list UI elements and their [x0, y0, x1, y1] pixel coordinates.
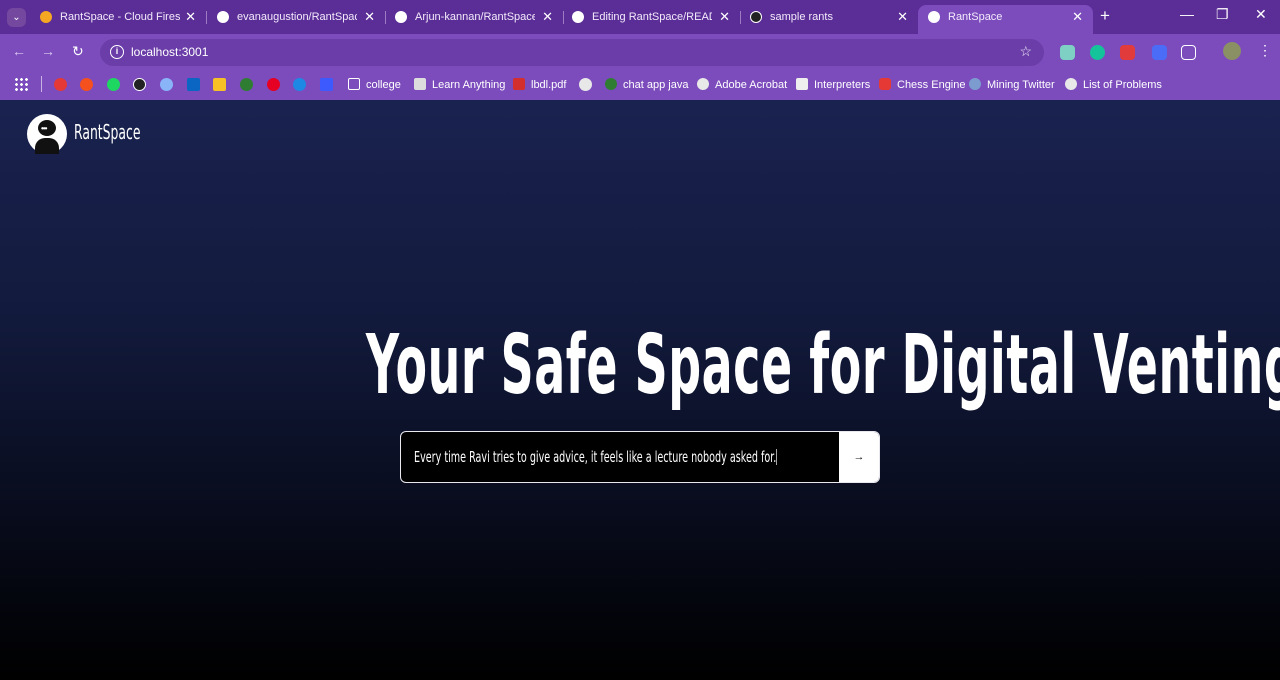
tab-arjun-kannan[interactable]: Arjun-kannan/RantSpace ✕	[385, 5, 564, 34]
bookmark-label: Chess Engine	[897, 79, 966, 91]
reload-icon[interactable]: ↻	[72, 43, 84, 60]
globe-icon[interactable]	[579, 78, 592, 91]
tab-label: RantSpace	[948, 11, 1003, 23]
play-icon[interactable]	[293, 78, 306, 91]
logo-icon[interactable]: •••	[27, 114, 67, 154]
profile-avatar[interactable]	[1223, 42, 1241, 60]
bookmark-green-icon[interactable]	[240, 78, 253, 91]
close-icon[interactable]: ✕	[897, 5, 908, 29]
arrow-right-icon: →	[853, 451, 865, 463]
bookmarks-divider	[41, 76, 42, 92]
apps-grid-icon[interactable]	[14, 77, 28, 91]
hero-title: Your Safe Space for Digital Venting	[365, 318, 1280, 413]
linkedin-icon[interactable]	[187, 78, 200, 91]
bookmark-list-of-problems[interactable]: List of Problems	[1065, 78, 1162, 91]
doc-icon	[796, 78, 808, 90]
rantspace-favicon-icon	[928, 11, 940, 23]
close-icon[interactable]: ✕	[364, 5, 375, 29]
bookmark-mining-twitter[interactable]: Mining Twitter	[969, 78, 1055, 91]
tab-editing-readme[interactable]: Editing RantSpace/README ✕	[562, 5, 741, 34]
tab-label: Editing RantSpace/README	[592, 11, 712, 23]
bookmark-icon[interactable]	[80, 78, 93, 91]
github-icon	[395, 11, 407, 23]
spotify-icon[interactable]	[107, 78, 120, 91]
tab-rantspace-active[interactable]: RantSpace ✕	[918, 5, 1093, 34]
wordpress-icon	[969, 78, 981, 90]
close-icon[interactable]: ✕	[1072, 5, 1083, 29]
bookmark-chat-app-java[interactable]: chat app java	[605, 78, 688, 91]
youtube-icon	[879, 78, 891, 90]
bookmark-star-icon[interactable]: ☆	[1019, 43, 1032, 60]
link-icon	[605, 78, 617, 90]
extension-red-icon[interactable]	[1120, 45, 1135, 60]
logo-body	[35, 138, 59, 154]
tab-sample-rants[interactable]: sample rants ✕	[740, 5, 918, 34]
pinterest-icon[interactable]	[267, 78, 280, 91]
extension-blue-icon[interactable]	[1152, 45, 1167, 60]
minimize-icon[interactable]: —	[1180, 6, 1194, 22]
close-icon[interactable]: ✕	[185, 5, 196, 29]
brand-name[interactable]: RantSpace	[74, 120, 140, 144]
bookmark-label: List of Problems	[1083, 79, 1162, 91]
back-icon[interactable]: ←	[12, 43, 26, 59]
folder-icon	[348, 78, 360, 90]
bookmark-label: Mining Twitter	[987, 79, 1055, 91]
extensions-puzzle-icon[interactable]	[1181, 45, 1196, 60]
logo-speech-dots: •••	[41, 124, 47, 133]
close-icon[interactable]: ✕	[719, 5, 730, 29]
bookmark-label: college	[366, 79, 401, 91]
youtube-icon[interactable]	[54, 78, 67, 91]
url-text[interactable]: localhost:3001	[131, 45, 208, 59]
site-info-icon[interactable]: i	[110, 45, 124, 59]
globe-icon	[697, 78, 709, 90]
tab-label: sample rants	[770, 11, 833, 23]
submit-rant-button[interactable]: →	[839, 432, 879, 482]
rant-input[interactable]: Every time Ravi tries to give advice, it…	[414, 448, 778, 466]
restore-icon[interactable]: ❐	[1216, 6, 1229, 23]
globe-icon	[1065, 78, 1077, 90]
tab-firestore[interactable]: RantSpace - Cloud Firestore ✕	[30, 5, 207, 34]
bookmark-learn-anything[interactable]: Learn Anything	[414, 78, 505, 91]
bookmark-label: Interpreters	[814, 79, 871, 91]
rant-input-container: Every time Ravi tries to give advice, it…	[400, 431, 880, 483]
hero-section: Your Safe Space for Digital Venting	[0, 318, 1280, 413]
forward-icon[interactable]: →	[41, 43, 55, 59]
bookmark-k-icon[interactable]	[320, 78, 333, 91]
bookmark-adobe-acrobat[interactable]: Adobe Acrobat	[697, 78, 787, 91]
bookmark-label: Adobe Acrobat	[715, 79, 788, 91]
firebase-icon	[40, 11, 52, 23]
bookmark-label: Learn Anything	[432, 79, 506, 91]
chatgpt-icon	[750, 11, 762, 23]
chatgpt-icon[interactable]	[133, 78, 146, 91]
bookmark-label: chat app java	[623, 79, 689, 91]
pdf-icon	[513, 78, 525, 90]
grammarly-icon[interactable]	[1090, 45, 1105, 60]
close-window-icon[interactable]: ✕	[1255, 6, 1267, 23]
tab-label: Arjun-kannan/RantSpace	[415, 11, 535, 23]
tab-strip: ⌄ RantSpace - Cloud Firestore ✕ evanaugu…	[0, 0, 1280, 34]
tab-label: RantSpace - Cloud Firestore	[60, 11, 180, 23]
text-caret	[776, 449, 778, 465]
new-tab-button[interactable]: +	[1100, 6, 1110, 26]
browser-toolbar: ← → ↻ i localhost:3001 ☆ ⋮	[0, 34, 1280, 70]
github-icon	[217, 11, 229, 23]
close-icon[interactable]: ✕	[542, 5, 553, 29]
github-icon	[572, 11, 584, 23]
address-bar[interactable]: i localhost:3001 ☆	[100, 39, 1044, 66]
tab-search-button[interactable]: ⌄	[7, 8, 26, 27]
bookmark-chess-engine[interactable]: Chess Engine	[879, 78, 966, 91]
classroom-icon[interactable]	[213, 78, 226, 91]
bookmark-label: lbdl.pdf	[531, 79, 567, 91]
menu-kebab-icon[interactable]: ⋮	[1258, 42, 1272, 59]
extension-icon[interactable]	[1060, 45, 1075, 60]
rant-input-value: Every time Ravi tries to give advice, it…	[414, 448, 777, 466]
stack-icon	[414, 78, 426, 90]
bookmark-lbdl[interactable]: lbdl.pdf	[513, 78, 566, 91]
tab-label: evanaugustion/RantSpace	[237, 11, 357, 23]
rantspace-page: ••• RantSpace Your Safe Space for Digita…	[0, 100, 1280, 680]
bookmark-interpreters[interactable]: Interpreters	[796, 78, 870, 91]
gemini-icon[interactable]	[160, 78, 173, 91]
tab-evanaugustion[interactable]: evanaugustion/RantSpace ✕	[207, 5, 386, 34]
bookmark-college[interactable]: college	[348, 78, 401, 91]
